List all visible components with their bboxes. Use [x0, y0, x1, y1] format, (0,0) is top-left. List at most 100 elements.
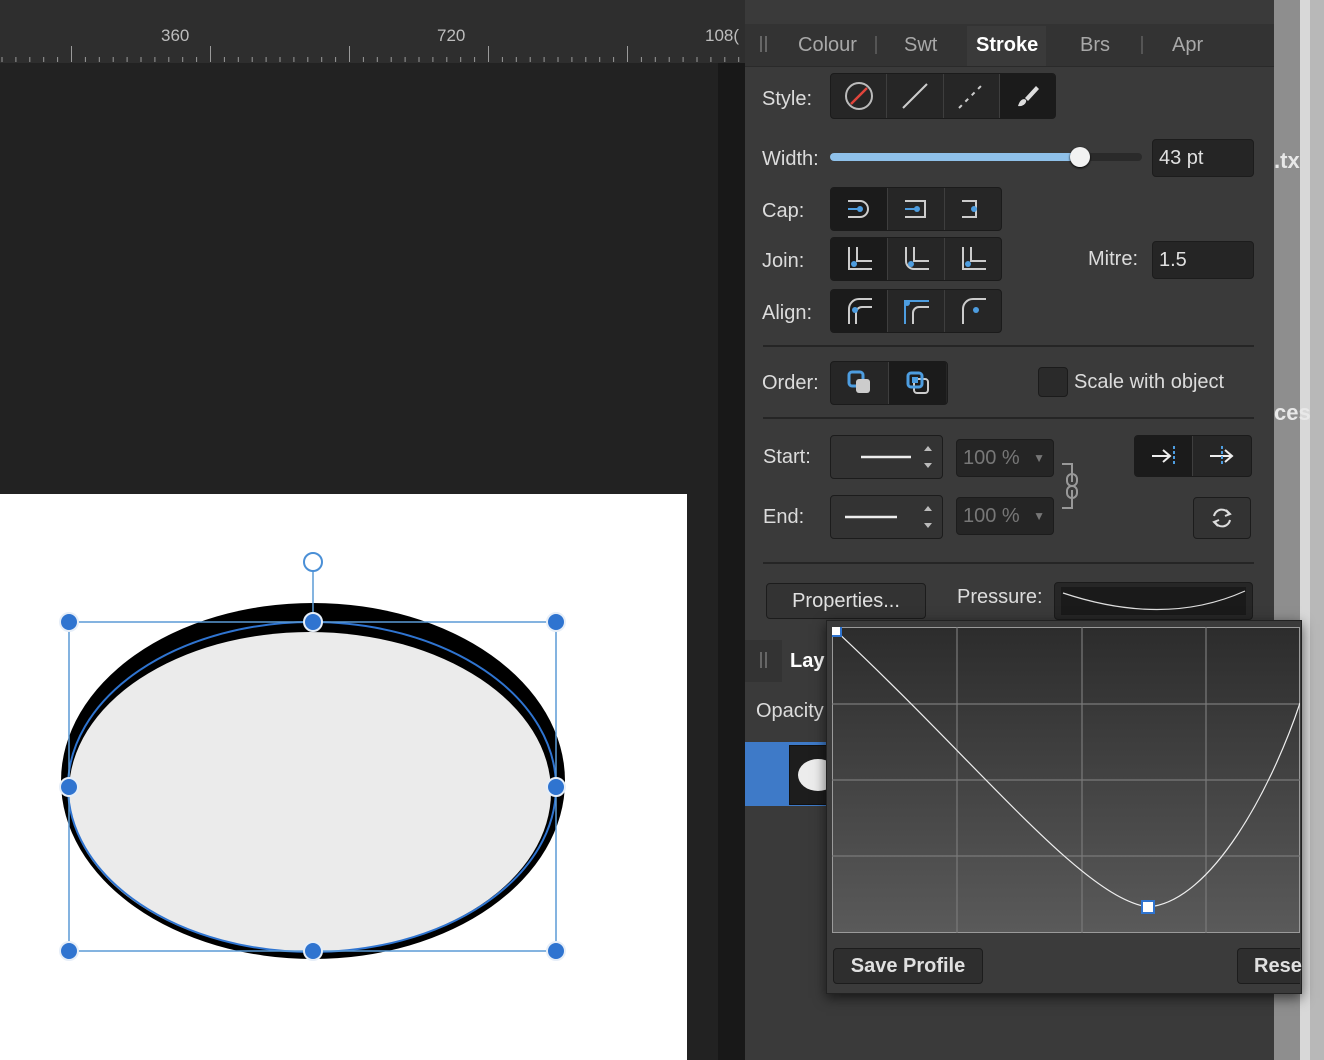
solid-line-icon — [861, 446, 932, 468]
stroke-behind-button[interactable] — [831, 362, 889, 404]
handle-right[interactable] — [546, 777, 566, 797]
swap-arrows-icon — [1212, 508, 1232, 528]
solid-line-button[interactable] — [887, 74, 944, 118]
bevel-join-icon — [962, 247, 986, 270]
no-stroke-icon — [844, 82, 873, 110]
start-scale-value: 100 % — [963, 446, 1020, 469]
bevel-join-button[interactable] — [945, 238, 1001, 280]
handle-left[interactable] — [59, 777, 79, 797]
chevron-down-icon: ▼ — [1033, 509, 1045, 523]
handle-top-left[interactable] — [59, 612, 79, 632]
section-divider — [763, 562, 1254, 564]
brush-stroke-button[interactable] — [999, 74, 1055, 118]
pressure-preview[interactable] — [1054, 582, 1253, 620]
solid-line-icon — [902, 83, 928, 109]
mitre-field[interactable]: 1.5 — [1152, 241, 1254, 279]
tab-appearance[interactable]: Apr — [1172, 34, 1203, 57]
tab-swatches[interactable]: Swt — [904, 34, 937, 57]
mitre-label: Mitre: — [1088, 248, 1138, 270]
style-label: Style: — [762, 88, 813, 110]
width-slider-knob[interactable] — [1069, 147, 1090, 167]
handle-top[interactable] — [303, 612, 323, 632]
tab-brushes[interactable]: Brs — [1080, 34, 1110, 57]
chevron-down-icon: ▼ — [1033, 451, 1045, 465]
tab-layers[interactable]: Lay — [790, 650, 824, 673]
chain-link-icon[interactable] — [1058, 462, 1080, 510]
solid-line-icon — [845, 506, 932, 528]
dashed-line-icon — [958, 83, 984, 109]
join-buttons — [830, 237, 1002, 281]
stroke-behind-fill-icon — [847, 370, 870, 393]
background-text: .tx — [1274, 148, 1300, 173]
miter-join-button[interactable] — [831, 238, 888, 280]
tab-colour[interactable]: Colour — [798, 34, 857, 57]
align-center-button[interactable] — [831, 290, 888, 332]
scale-with-object-label: Scale with object — [1074, 371, 1225, 393]
curve-point-min[interactable] — [1141, 900, 1155, 914]
start-label: Start: — [763, 446, 811, 468]
end-arrowhead-select[interactable] — [830, 495, 943, 539]
horizontal-ruler: 360 720 108( — [0, 0, 745, 64]
handle-bottom-left[interactable] — [59, 941, 79, 961]
arrow-beyond-icon — [1151, 446, 1175, 466]
width-label: Width: — [762, 148, 819, 170]
align-center-icon — [848, 298, 872, 324]
no-stroke-button[interactable] — [831, 74, 888, 118]
round-cap-button[interactable] — [831, 188, 888, 230]
swap-arrowheads-button[interactable] — [1193, 497, 1251, 539]
width-field[interactable]: 43 pt — [1152, 139, 1254, 177]
dashed-line-button[interactable] — [944, 74, 1000, 118]
brush-icon — [1018, 86, 1040, 107]
pressure-curve-graph[interactable] — [832, 627, 1300, 933]
pressure-curve-thumbnail — [1061, 587, 1246, 615]
handle-bottom-right[interactable] — [546, 941, 566, 961]
rotation-handle[interactable] — [303, 552, 323, 572]
stroke-in-front-button[interactable] — [889, 362, 946, 404]
align-inside-button[interactable] — [888, 290, 945, 332]
stroke-in-front-icon — [906, 371, 929, 394]
align-outside-icon — [962, 298, 986, 324]
arrow-at-end-button[interactable] — [1193, 436, 1250, 476]
align-inside-icon — [904, 300, 929, 324]
end-scale-field[interactable]: 100 % ▼ — [956, 497, 1054, 535]
tab-stroke[interactable]: Stroke — [976, 34, 1038, 57]
cap-label: Cap: — [762, 200, 805, 222]
arrow-beyond-button[interactable] — [1135, 436, 1193, 476]
ellipse-selection[interactable] — [0, 494, 687, 1060]
panel-grip-icon[interactable] — [760, 36, 767, 52]
handle-top-right[interactable] — [546, 612, 566, 632]
join-label: Join: — [762, 250, 805, 272]
opacity-label: Opacity — [756, 700, 824, 722]
round-cap-icon — [848, 200, 869, 218]
cap-buttons — [830, 187, 1002, 231]
order-label: Order: — [762, 372, 819, 394]
pressure-label: Pressure: — [957, 586, 1043, 608]
order-buttons — [830, 361, 948, 405]
align-outside-button[interactable] — [945, 290, 1001, 332]
butt-cap-button[interactable] — [945, 188, 1001, 230]
save-profile-button[interactable]: Save Profile — [833, 948, 983, 984]
curve-point-start[interactable] — [832, 627, 842, 637]
scale-with-object-checkbox[interactable] — [1038, 367, 1068, 397]
start-arrowhead-select[interactable] — [830, 435, 943, 479]
miter-join-icon — [848, 247, 872, 270]
round-join-button[interactable] — [888, 238, 945, 280]
reset-button[interactable]: Rese — [1237, 948, 1302, 984]
background-window-edge — [1310, 0, 1324, 1060]
handle-bottom[interactable] — [303, 941, 323, 961]
tab-divider — [1141, 36, 1143, 54]
end-label: End: — [763, 506, 805, 528]
round-join-icon — [905, 247, 929, 270]
start-scale-field[interactable]: 100 % ▼ — [956, 439, 1054, 477]
ruler-ticks — [1, 46, 740, 62]
square-cap-button[interactable] — [888, 188, 945, 230]
square-cap-icon — [905, 200, 926, 218]
end-scale-value: 100 % — [963, 504, 1020, 527]
canvas-gutter — [718, 63, 745, 1060]
align-buttons — [830, 289, 1002, 333]
tab-divider — [875, 36, 877, 54]
align-label: Align: — [762, 302, 813, 324]
properties-button[interactable]: Properties... — [766, 583, 926, 619]
style-buttons — [830, 73, 1056, 119]
panel-grip-icon[interactable] — [760, 652, 767, 668]
